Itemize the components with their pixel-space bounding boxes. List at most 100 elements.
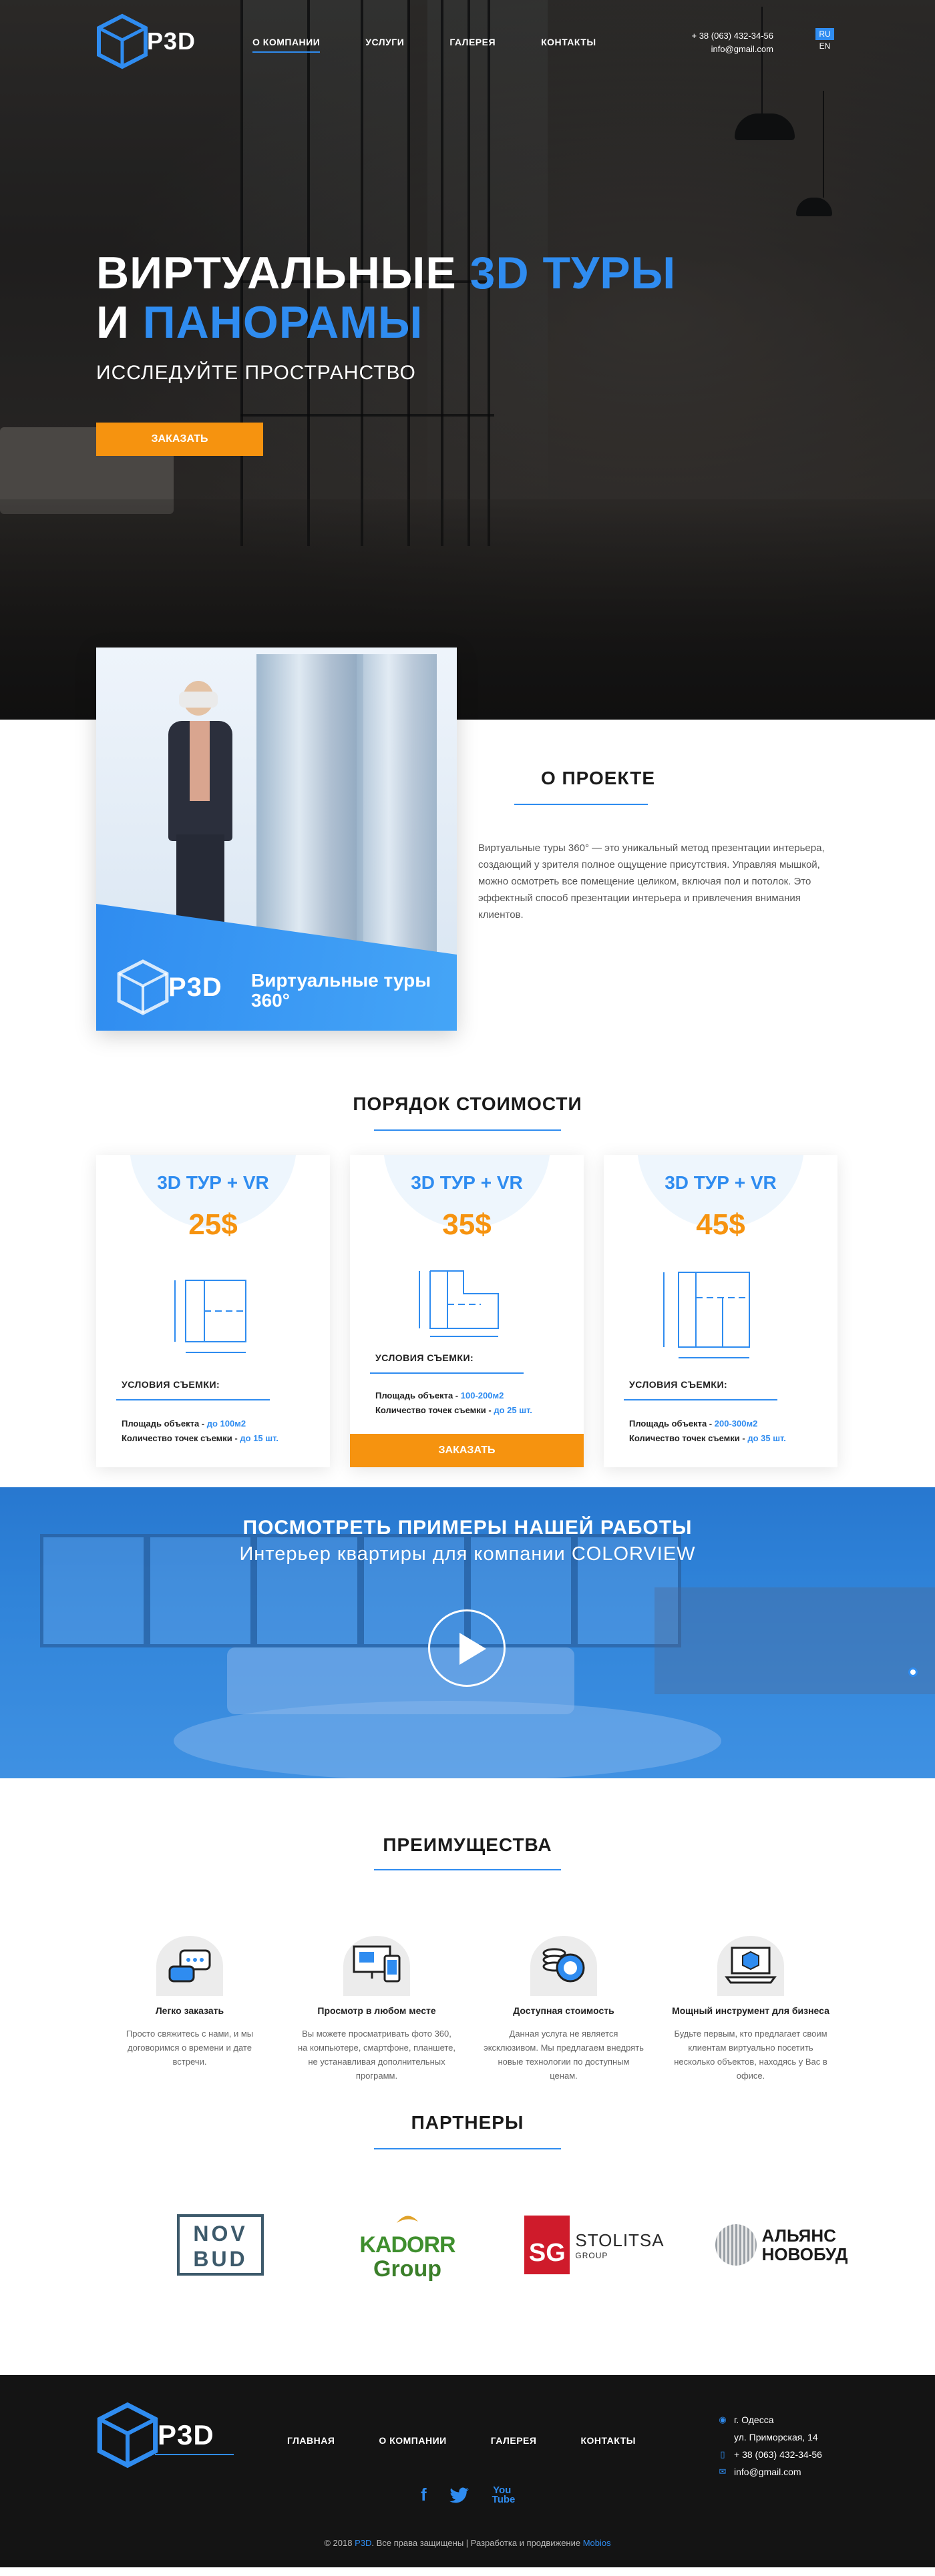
play-icon[interactable]	[428, 1609, 506, 1687]
about-section: P3D Виртуальные туры 360° О ПРОЕКТЕ Вирт…	[0, 648, 935, 1040]
conditions-label: УСЛОВИЯ СЪЕМКИ:	[375, 1352, 474, 1363]
partner-logo-alliance[interactable]: АЛЬЯНС НОВОБУД	[688, 2208, 875, 2282]
advantage-name: Просмотр в любом месте	[317, 2005, 436, 2016]
footer-menu-contacts[interactable]: КОНТАКТЫ	[580, 2435, 635, 2446]
advantage-desc: Просто свяжитесь с нами, и мы договоримс…	[126, 2029, 254, 2067]
partner-logo-novbud[interactable]: NOV BUD	[127, 2208, 314, 2282]
menu-item-gallery[interactable]: ГАЛЕРЕЯ	[449, 37, 496, 53]
advantage-name: Мощный инструмент для бизнеса	[672, 2005, 829, 2016]
language-switcher: RU EN	[815, 28, 834, 52]
laptop-cube-icon	[725, 1947, 777, 1984]
partner-logos: NOV BUD KADORR Group SG STOLITSA GROUP АЛЬ…	[127, 2208, 875, 2282]
video-section: ПОСМОТРЕТЬ ПРИМЕРЫ НАШЕЙ РАБОТЫ Интерьер…	[0, 1487, 935, 1778]
lang-en[interactable]: EN	[815, 40, 834, 52]
vr-person	[163, 681, 236, 941]
conditions-list: Площадь объекта - 200-300м2 Количество т…	[629, 1419, 786, 1443]
conditions-underline	[370, 1372, 524, 1374]
cube-logo-icon	[97, 13, 148, 69]
site-logo[interactable]: P3D	[96, 13, 196, 69]
footer-menu: ГЛАВНАЯ О КОМПАНИИ ГАЛЕРЕЯ КОНТАКТЫ	[287, 2435, 636, 2446]
conditions-list: Площадь объекта - 100-200м2 Количество т…	[375, 1390, 532, 1415]
about-image-logo: P3D	[116, 959, 222, 1016]
order-button[interactable]: ЗАКАЗАТЬ	[350, 1434, 584, 1467]
about-text: Виртуальные туры 360° — это уникальный м…	[478, 842, 825, 921]
cube-logo-icon	[117, 959, 169, 1015]
coins-icon	[542, 1948, 585, 1983]
mail-icon: ✉	[719, 2467, 727, 2477]
conditions-label: УСЛОВИЯ СЪЕМКИ:	[629, 1379, 728, 1390]
footer: P3D ГЛАВНАЯ О КОМПАНИИ ГАЛЕРЕЯ КОНТАКТЫ …	[0, 2375, 935, 2567]
about-image: P3D Виртуальные туры 360°	[96, 648, 457, 1031]
footer-city: г. Одесса	[734, 2414, 774, 2425]
floorplan-icon	[419, 1270, 499, 1337]
header-phone[interactable]: + 38 (063) 432-34-56	[667, 29, 773, 43]
footer-email[interactable]: info@gmail.com	[734, 2463, 801, 2481]
advantage-name: Доступная стоимость	[513, 2005, 614, 2016]
bird-icon	[397, 2215, 418, 2223]
conditions-label: УСЛОВИЯ СЪЕМКИ:	[122, 1379, 220, 1390]
top-navigation: P3D О КОМПАНИИ УСЛУГИ ГАЛЕРЕЯ КОНТАКТЫ +…	[0, 0, 935, 87]
advantage-item: Доступная стоимость Данная услуга не явл…	[470, 1936, 657, 2083]
floorplan-icon	[663, 1272, 750, 1358]
heading-underline	[374, 1129, 561, 1131]
main-menu: О КОМПАНИИ УСЛУГИ ГАЛЕРЕЯ КОНТАКТЫ	[252, 37, 596, 53]
advantage-desc: Вы можете просматривать фото 360, на ком…	[297, 2029, 456, 2081]
heading-underline	[514, 804, 648, 805]
price-card-title: 3D ТУР + VR	[665, 1172, 777, 1193]
slider-dot[interactable]	[908, 1667, 918, 1677]
price-card: 3D ТУР + VR 35$ УСЛОВИЯ СЪЕМКИ: Площадь …	[350, 1155, 584, 1467]
conditions-list: Площадь объекта - до 100м2 Количество то…	[122, 1419, 278, 1443]
twitter-icon[interactable]	[449, 2487, 470, 2503]
location-icon: ◉	[719, 2414, 727, 2424]
devices-icon	[353, 1945, 401, 1983]
price-card: 3D ТУР + VR 25$ УСЛОВИЯ СЪЕМКИ: Площадь …	[96, 1155, 330, 1467]
price-card-price: 25$	[188, 1208, 238, 1241]
pricing-title: ПОРЯДОК СТОИМОСТИ	[353, 1093, 582, 1114]
about-image-caption: Виртуальные туры 360°	[251, 970, 431, 1011]
header-contacts: + 38 (063) 432-34-56 info@gmail.com	[667, 29, 773, 56]
hero-content: ВИРТУАЛЬНЫЕ 3D ТУРЫ И ПАНОРАМЫ ИССЛЕДУЙТ…	[96, 248, 676, 384]
footer-menu-about[interactable]: О КОМПАНИИ	[379, 2435, 446, 2446]
header-email[interactable]: info@gmail.com	[667, 43, 773, 56]
partners-section: ПАРТНЕРЫ NOV BUD KADORR Group SG STOLITSA…	[0, 2112, 935, 2375]
footer-menu-gallery[interactable]: ГАЛЕРЕЯ	[491, 2435, 537, 2446]
hero-subtitle: ИССЛЕДУЙТЕ ПРОСТРАНСТВО	[96, 362, 416, 384]
copyright: © 2018 P3D. Все права защищены | Разрабо…	[324, 2538, 611, 2548]
heading-underline	[374, 1869, 561, 1870]
price-card-price: 35$	[442, 1208, 492, 1241]
footer-logo-underline	[155, 2454, 234, 2455]
lang-ru[interactable]: RU	[815, 28, 834, 40]
video-subtitle: Интерьер квартиры для компании COLORVIEW	[239, 1543, 696, 1565]
floorplan-icon	[174, 1280, 246, 1353]
developer-link[interactable]: Mobios	[583, 2538, 611, 2548]
advantage-desc: Данная услуга не является эксклюзивом. М…	[484, 2029, 644, 2081]
advantage-desc: Будьте первым, кто предлагает своим клие…	[674, 2029, 827, 2081]
about-heading: О ПРОЕКТЕ	[514, 768, 655, 805]
price-card-price: 45$	[696, 1208, 745, 1241]
advantages-section: ПРЕИМУЩЕСТВА Легко заказать Просто свяжи…	[0, 1778, 935, 2112]
menu-item-contacts[interactable]: КОНТАКТЫ	[541, 37, 596, 53]
chat-icon	[168, 1949, 211, 1983]
advantage-item: Легко заказать Просто свяжитесь с нами, …	[96, 1936, 283, 2083]
partner-logo-stolitsa[interactable]: SG STOLITSA GROUP	[501, 2208, 688, 2282]
price-card-title: 3D ТУР + VR	[411, 1172, 523, 1193]
footer-phone[interactable]: + 38 (063) 432-34-56	[734, 2446, 822, 2463]
menu-item-services[interactable]: УСЛУГИ	[365, 37, 404, 53]
partner-logo-kadorr[interactable]: KADORR Group	[314, 2208, 501, 2282]
globe-icon	[715, 2224, 757, 2266]
facebook-icon[interactable]: f	[421, 2485, 427, 2505]
price-card: 3D ТУР + VR 45$ УСЛОВИЯ СЪЕМКИ: Площадь …	[604, 1155, 837, 1467]
footer-street: ул. Приморская, 14	[734, 2432, 818, 2442]
advantage-item: Мощный инструмент для бизнеса Будьте пер…	[657, 1936, 844, 2083]
order-button[interactable]: ЗАКАЗАТЬ	[96, 423, 263, 456]
social-links: f You Tube	[421, 2485, 516, 2505]
hero-title: ВИРТУАЛЬНЫЕ 3D ТУРЫ И ПАНОРАМЫ	[96, 248, 677, 348]
youtube-icon[interactable]: You Tube	[492, 2485, 516, 2505]
footer-logo[interactable]: P3D	[96, 2402, 214, 2469]
menu-item-about[interactable]: О КОМПАНИИ	[252, 37, 321, 53]
footer-contacts: ◉ г. Одесса ул. Приморская, 14 ▯ + 38 (063…	[717, 2411, 822, 2481]
footer-menu-home[interactable]: ГЛАВНАЯ	[287, 2435, 335, 2446]
video-title: ПОСМОТРЕТЬ ПРИМЕРЫ НАШЕЙ РАБОТЫ	[242, 1517, 693, 1539]
logo-text: P3D	[147, 27, 196, 55]
phone-icon: ▯	[720, 2449, 725, 2459]
